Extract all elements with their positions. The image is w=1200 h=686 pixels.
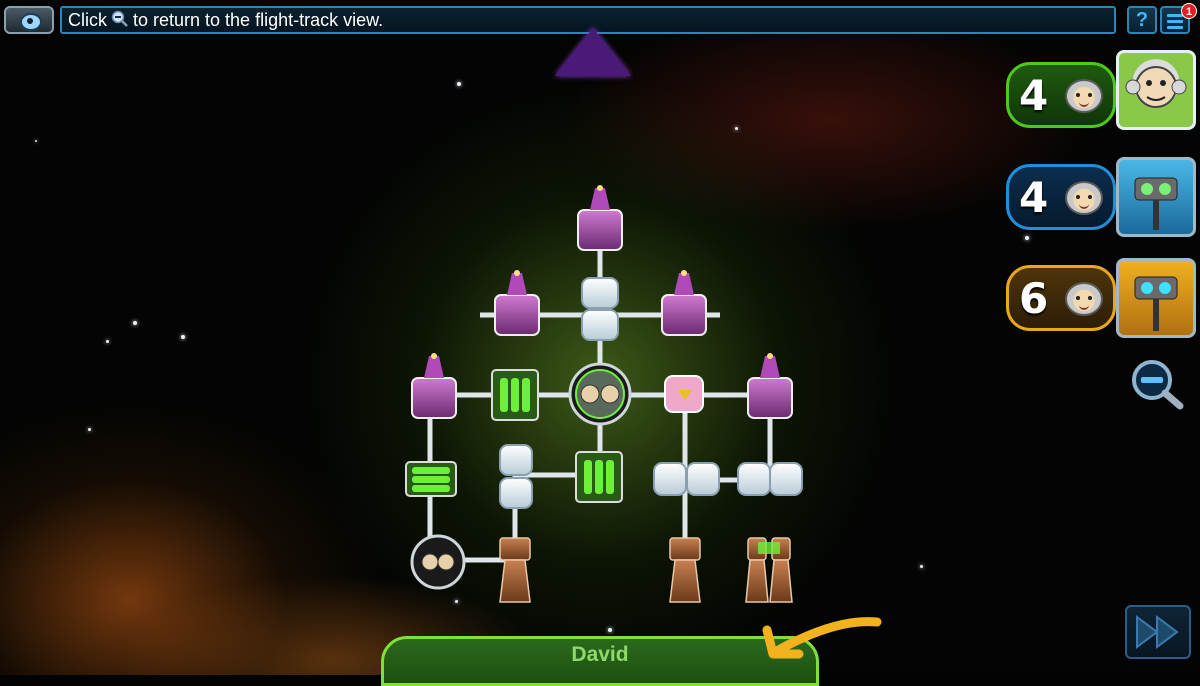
hint-message: Click to return to the flight-track view. bbox=[68, 9, 383, 33]
astronaut-icon bbox=[1065, 181, 1103, 215]
zoom-out-button[interactable] bbox=[1128, 358, 1188, 410]
star bbox=[35, 140, 37, 142]
player-badge-3[interactable]: 6 bbox=[1006, 265, 1116, 331]
hint-suffix: to return to the flight-track view. bbox=[133, 10, 384, 30]
star bbox=[457, 82, 461, 86]
star bbox=[106, 340, 109, 343]
monkey-avatar[interactable] bbox=[1116, 50, 1196, 130]
star bbox=[608, 628, 612, 632]
astronaut-icon bbox=[1065, 79, 1103, 113]
cannon bbox=[577, 185, 623, 251]
zoom-out-icon bbox=[1132, 360, 1184, 410]
player-badge-1[interactable]: 4 bbox=[1006, 62, 1116, 128]
star bbox=[133, 321, 137, 325]
fast-forward-icon bbox=[1136, 615, 1179, 649]
fast-forward-button[interactable] bbox=[1125, 605, 1191, 659]
hint-prefix: Click bbox=[68, 10, 107, 30]
notification-badge: 1 bbox=[1181, 3, 1197, 19]
robot-icon bbox=[1134, 177, 1178, 230]
crew-count: 6 bbox=[1019, 274, 1049, 323]
zoom-out-icon bbox=[111, 10, 129, 33]
pointer-arrow-icon bbox=[762, 617, 882, 659]
star bbox=[1025, 236, 1029, 240]
star bbox=[88, 428, 91, 431]
spaceship bbox=[405, 185, 803, 603]
help-button[interactable]: ? bbox=[1127, 6, 1157, 34]
hamburger-icon bbox=[1167, 14, 1183, 32]
robot-blue-avatar[interactable] bbox=[1116, 157, 1196, 237]
star bbox=[181, 335, 185, 339]
scroll-up-arrow-icon[interactable] bbox=[555, 28, 631, 76]
star bbox=[735, 127, 738, 130]
astronaut-icon bbox=[1065, 282, 1103, 316]
crew-count: 4 bbox=[1019, 173, 1049, 222]
player-badge-2[interactable]: 4 bbox=[1006, 164, 1116, 230]
robot-yellow-avatar[interactable] bbox=[1116, 258, 1196, 338]
monkey-face-icon bbox=[1125, 66, 1187, 108]
crew-count: 4 bbox=[1019, 71, 1049, 120]
star bbox=[920, 565, 923, 568]
robot-icon bbox=[1134, 276, 1178, 331]
robot-eye-icon[interactable] bbox=[4, 6, 54, 34]
